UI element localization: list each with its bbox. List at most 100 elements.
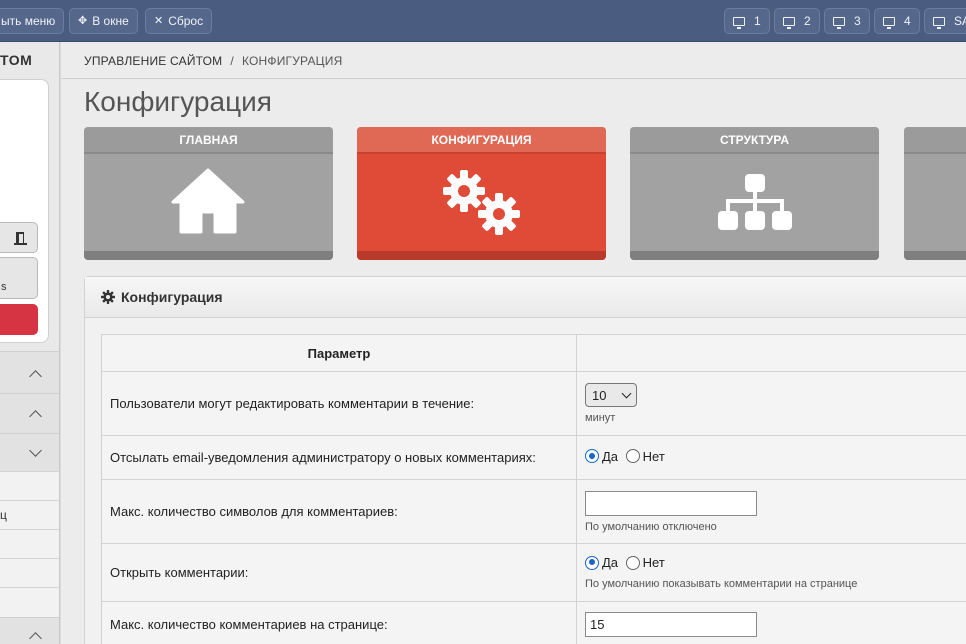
sidebar: ТОМ s ц: [0, 42, 60, 644]
desktop-2-label: 2: [804, 14, 811, 28]
tile-configuration-footer: [357, 251, 606, 260]
tile-structure-label: СТРУКТУРА: [630, 127, 879, 154]
window-mode-button[interactable]: ✥ В окне: [69, 8, 138, 34]
gear-icon: [101, 290, 115, 304]
table-row: Пользователи могут редактировать коммент…: [101, 371, 966, 436]
tile-configuration-label: КОНФИГУРАЦИЯ: [357, 127, 606, 154]
logout-button[interactable]: [0, 222, 38, 253]
desktop-1-label: 1: [754, 14, 761, 28]
radio-label: Да: [602, 555, 619, 571]
radio-unchecked-icon: [625, 449, 640, 464]
radio-unchecked-icon: [625, 555, 640, 570]
tile-next[interactable]: [904, 127, 966, 260]
chevron-up-icon: [29, 370, 42, 383]
reset-button[interactable]: ✕ Сброс: [145, 8, 213, 34]
gears-icon: [443, 170, 520, 235]
chevron-down-icon: [29, 444, 42, 457]
desktop-1-button[interactable]: 1: [724, 8, 770, 34]
comments-per-page-input[interactable]: 15: [585, 612, 757, 637]
row-hint: минут: [585, 412, 616, 424]
configuration-panel: Конфигурация Параметр Пользователи могут…: [84, 276, 966, 644]
sidebar-section-1[interactable]: [0, 351, 59, 393]
show-menu-button[interactable]: ыть меню: [0, 8, 65, 34]
breadcrumb-current: КОНФИГУРАЦИЯ: [241, 54, 343, 68]
desktop-4-button[interactable]: 4: [874, 8, 920, 34]
breadcrumb-separator: /: [230, 54, 234, 68]
desktop-sa-label: SA: [954, 14, 966, 28]
row-label: Отсылать email-уведомления администратор…: [101, 435, 577, 480]
tile-structure[interactable]: СТРУКТУРА: [630, 127, 879, 260]
chevron-up-icon: [29, 632, 42, 644]
row-value: 10 минут: [576, 371, 966, 436]
desktop-3-label: 3: [854, 14, 861, 28]
sidebar-list-item[interactable]: [0, 529, 59, 558]
open-comments-yes-radio[interactable]: Да: [585, 555, 618, 570]
sidebar-list-item[interactable]: [0, 587, 59, 617]
tile-next-footer: [904, 251, 966, 260]
sidebar-list-item[interactable]: [0, 558, 59, 587]
monitor-icon: [883, 16, 895, 29]
window-mode-label: В окне: [92, 14, 129, 28]
panel-header: Конфигурация: [85, 277, 966, 318]
breadcrumb-root[interactable]: УПРАВЛЕНИЕ САЙТОМ: [84, 54, 222, 68]
main-content: УПРАВЛЕНИЕ САЙТОМ / КОНФИГУРАЦИЯ Конфигура…: [61, 42, 966, 644]
top-bar: ыть меню ✥ В окне ✕ Сброс 1 2 3 4 SA: [0, 0, 966, 42]
row-hint: По умолчанию отключено: [585, 520, 717, 533]
notify-yes-radio[interactable]: Да: [585, 449, 618, 464]
sidebar-list-item[interactable]: [0, 471, 59, 500]
edit-time-select-value: 10: [592, 387, 607, 403]
column-header-value: [576, 334, 966, 372]
radio-checked-icon: [585, 449, 599, 464]
row-value: 15: [576, 601, 966, 644]
sidebar-list-item[interactable]: ц: [0, 500, 59, 529]
sidebar-button-2[interactable]: s: [0, 257, 38, 299]
table-header-row: Параметр: [101, 334, 966, 372]
desktop-sa-button[interactable]: SA: [924, 8, 966, 34]
monitor-icon: [783, 16, 795, 29]
panel-title: Конфигурация: [121, 289, 223, 305]
tile-next-header: [904, 127, 966, 154]
show-menu-label: ыть меню: [1, 14, 56, 28]
door-icon: [14, 232, 27, 245]
tile-structure-footer: [630, 251, 879, 260]
sitemap-icon: [718, 174, 792, 230]
close-icon: ✕: [154, 15, 164, 27]
desktop-4-label: 4: [904, 14, 911, 28]
sidebar-red-button[interactable]: [0, 304, 38, 335]
monitor-icon: [833, 16, 845, 29]
max-chars-input[interactable]: [585, 490, 757, 516]
table-row: Открыть комментарии: Да Нет По умолчанию…: [101, 543, 966, 602]
radio-checked-icon: [585, 555, 599, 570]
tile-home-label: ГЛАВНАЯ: [84, 127, 333, 154]
edit-time-select[interactable]: 10: [585, 383, 637, 407]
reset-label: Сброс: [168, 14, 204, 28]
row-value: По умолчанию отключено: [576, 479, 966, 544]
desktop-3-button[interactable]: 3: [824, 8, 870, 34]
notify-no-radio[interactable]: Нет: [625, 449, 665, 464]
row-label: Открыть комментарии:: [101, 543, 577, 602]
monitor-icon: [933, 16, 945, 29]
move-icon: ✥: [78, 15, 88, 27]
row-label: Макс. количество символов для комментари…: [101, 479, 577, 544]
row-label: Макс. количество комментариев на страниц…: [101, 601, 577, 644]
sidebar-item-label: ц: [0, 508, 7, 522]
sidebar-section-4[interactable]: [0, 617, 59, 644]
open-comments-no-radio[interactable]: Нет: [625, 555, 665, 570]
config-table: Параметр Пользователи могут редактироват…: [101, 334, 966, 644]
page-title: Конфигурация: [84, 86, 272, 117]
row-value: Да Нет По умолчанию показывать комментар…: [576, 543, 966, 602]
row-hint: По умолчанию показывать комментарии на с…: [585, 577, 858, 590]
desktop-2-button[interactable]: 2: [774, 8, 820, 34]
sidebar-section-2[interactable]: [0, 393, 59, 433]
table-row: Макс. количество символов для комментари…: [101, 479, 966, 544]
home-icon: [171, 168, 245, 234]
row-value: Да Нет: [576, 435, 966, 480]
sidebar-section-3[interactable]: [0, 433, 59, 471]
table-row: Отсылать email-уведомления администратор…: [101, 435, 966, 480]
breadcrumb-divider: [61, 78, 966, 79]
tile-home[interactable]: ГЛАВНАЯ: [84, 127, 333, 260]
breadcrumb: УПРАВЛЕНИЕ САЙТОМ / КОНФИГУРАЦИЯ: [84, 54, 342, 68]
tile-configuration[interactable]: КОНФИГУРАЦИЯ: [357, 127, 606, 260]
sidebar-button-2-label: s: [1, 281, 7, 293]
column-header-parameter: Параметр: [101, 334, 577, 372]
